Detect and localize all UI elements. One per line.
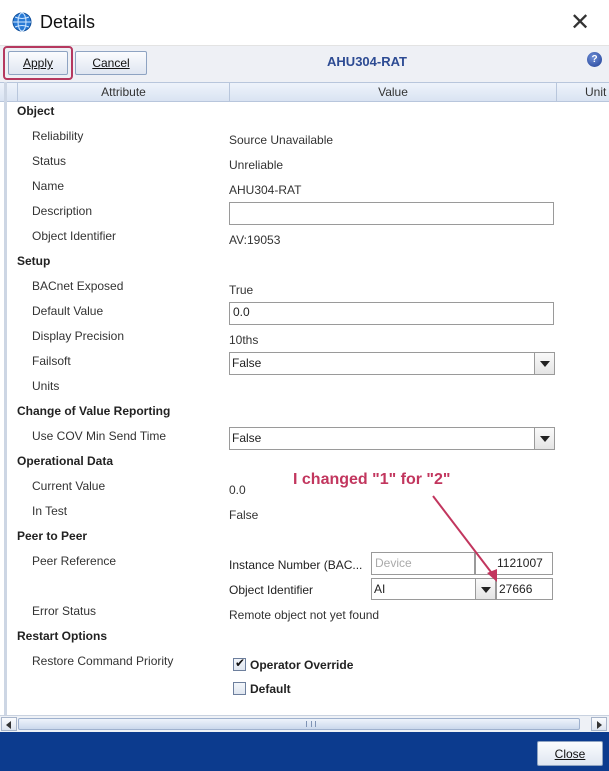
attr-label-cov-min-send: Use COV Min Send Time: [32, 429, 167, 443]
object-type-select-value: AI: [374, 582, 386, 596]
value-in-test: False: [229, 508, 259, 522]
value-display-precision: 10ths: [229, 333, 259, 347]
section-operational: Operational Data: [17, 454, 114, 468]
scrollbar-thumb[interactable]: [18, 718, 580, 730]
section-restart: Restart Options: [17, 629, 108, 643]
operator-override-label: Operator Override: [250, 658, 354, 672]
toolbar: Apply Cancel AHU304-RAT ?: [0, 46, 609, 82]
object-name-title: AHU304-RAT: [327, 54, 407, 69]
chevron-down-icon[interactable]: [534, 428, 554, 449]
cov-min-send-select-value: False: [232, 431, 262, 445]
attr-label-in-test: In Test: [32, 504, 68, 518]
value-object-identifier: AV:19053: [229, 233, 281, 247]
attribute-row-display-precision: Display Precision 10ths: [0, 327, 609, 352]
attr-label-peer-reference: Peer Reference: [32, 554, 117, 568]
attribute-row-object-identifier: Object Identifier AV:19053: [0, 227, 609, 252]
footer-bar: Close: [0, 732, 609, 771]
instance-number-input[interactable]: 1121007: [475, 552, 553, 575]
title-bar: Details ✕: [0, 0, 609, 46]
section-row-cov: Change of Value Reporting: [0, 402, 609, 427]
grip-icon: [306, 721, 316, 727]
section-cov: Change of Value Reporting: [17, 404, 171, 418]
attr-label-object-identifier: Object Identifier: [32, 229, 117, 243]
attribute-row-default-value: Default Value 0.0: [0, 302, 609, 327]
column-header-attribute[interactable]: Attribute: [17, 83, 229, 102]
globe-icon: [12, 12, 32, 32]
description-input[interactable]: [229, 202, 554, 225]
attribute-row-bacnet-exposed: BACnet Exposed True: [0, 277, 609, 302]
section-row-object: Object: [0, 102, 609, 127]
chevron-down-icon[interactable]: [534, 353, 554, 374]
device-input[interactable]: Device: [371, 552, 475, 575]
help-icon[interactable]: ?: [587, 52, 602, 67]
scroll-left-icon[interactable]: [1, 717, 17, 731]
attr-label-current-value: Current Value: [32, 479, 106, 493]
attr-label-restore-priority: Restore Command Priority: [32, 654, 174, 668]
object-number-input[interactable]: 27666: [496, 578, 553, 600]
attr-label-bacnet-exposed: BACnet Exposed: [32, 279, 124, 293]
attr-label-failsoft: Failsoft: [32, 354, 71, 368]
attribute-row-failsoft: Failsoft False: [0, 352, 609, 377]
attr-label-display-precision: Display Precision: [32, 329, 125, 343]
attr-label-status: Status: [32, 154, 67, 168]
attribute-row-in-test: In Test False: [0, 502, 609, 527]
value-bacnet-exposed: True: [229, 283, 254, 297]
value-name: AHU304-RAT: [229, 183, 302, 197]
attribute-row-status: Status Unreliable: [0, 152, 609, 177]
section-object: Object: [17, 104, 55, 118]
apply-button-label: Apply: [22, 56, 54, 70]
attribute-row-name: Name AHU304-RAT: [0, 177, 609, 202]
failsoft-select-value: False: [232, 356, 262, 370]
attribute-row-units: Units: [0, 377, 609, 402]
attribute-row-error-status: Error Status Remote object not yet found: [0, 602, 609, 627]
section-setup: Setup: [17, 254, 51, 268]
default-value-input[interactable]: 0.0: [229, 302, 554, 325]
peer-object-identifier-label: Object Identifier: [229, 583, 314, 597]
attr-label-reliability: Reliability: [32, 129, 84, 143]
attr-label-error-status: Error Status: [32, 604, 97, 618]
attr-label-units: Units: [32, 379, 60, 393]
value-error-status: Remote object not yet found: [229, 608, 380, 622]
cancel-button-label: Cancel: [92, 56, 130, 70]
section-row-restart: Restart Options: [0, 627, 609, 652]
value-reliability: Source Unavailable: [229, 133, 334, 147]
attribute-row-description: Description: [0, 202, 609, 227]
value-current-value: 0.0: [229, 483, 246, 497]
attribute-row-reliability: Reliability Source Unavailable: [0, 127, 609, 152]
object-type-select[interactable]: AI: [371, 578, 496, 600]
window-title: Details: [40, 12, 96, 32]
attr-label-name: Name: [32, 179, 65, 193]
close-button-label: Close: [554, 746, 586, 761]
instance-number-label: Instance Number (BAC...: [229, 558, 363, 572]
attr-label-description: Description: [32, 204, 93, 218]
default-checkbox[interactable]: [233, 682, 246, 695]
close-button[interactable]: Close: [537, 741, 603, 766]
cov-min-send-select[interactable]: False: [229, 427, 555, 450]
chevron-down-icon[interactable]: [475, 579, 495, 599]
cancel-button[interactable]: Cancel: [75, 51, 147, 75]
value-status: Unreliable: [229, 158, 284, 172]
horizontal-scrollbar[interactable]: [0, 715, 609, 732]
attr-label-default-value: Default Value: [32, 304, 104, 318]
annotation-text: I changed "1" for "2": [293, 471, 451, 488]
attribute-row-cov-min-send: Use COV Min Send Time False: [0, 427, 609, 452]
section-peer: Peer to Peer: [17, 529, 88, 543]
default-option-label: Default: [250, 682, 291, 696]
operator-override-checkbox[interactable]: [233, 656, 246, 671]
section-row-peer: Peer to Peer: [0, 527, 609, 552]
column-gutter: [0, 83, 17, 102]
apply-button[interactable]: Apply: [8, 51, 68, 75]
column-header: Attribute Value Unit: [0, 82, 609, 102]
restore-priority-panel: Operator Override Default: [229, 652, 555, 699]
column-header-value[interactable]: Value: [229, 83, 556, 102]
failsoft-select[interactable]: False: [229, 352, 555, 375]
scroll-right-icon[interactable]: [591, 717, 607, 731]
section-row-setup: Setup: [0, 252, 609, 277]
close-icon[interactable]: ✕: [566, 10, 594, 36]
column-header-unit[interactable]: Unit: [556, 83, 609, 102]
